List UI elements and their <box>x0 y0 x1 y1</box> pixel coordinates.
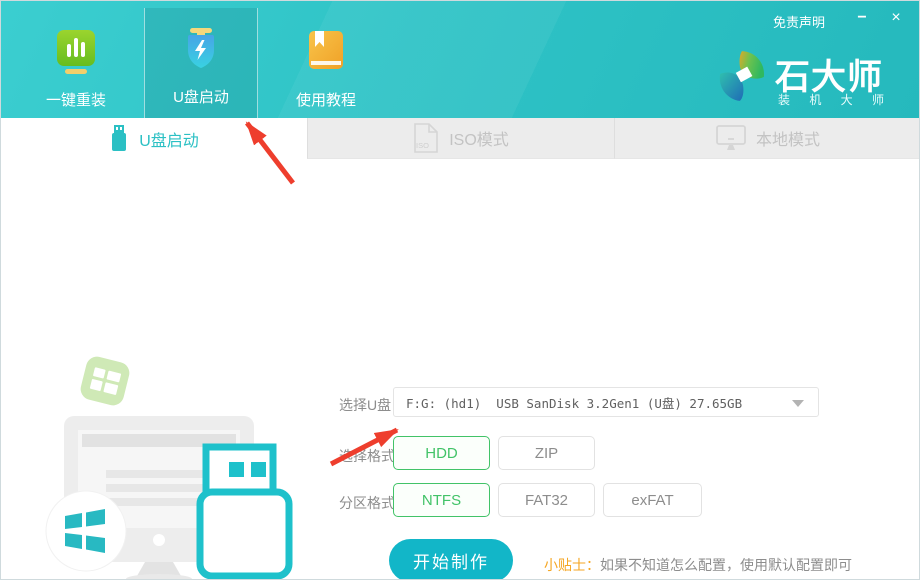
partition-option-fat32[interactable]: FAT32 <box>498 483 595 517</box>
top-tab-label: U盘启动 <box>173 86 229 107</box>
tip-body: 如果不知道怎么配置，使用默认配置即可 <box>600 557 852 573</box>
svg-text:ISO: ISO <box>416 141 429 150</box>
header-bar: 一键重装 U盘启动 使用教程 免责声明 − <box>1 1 920 118</box>
brand-logo: 石大师 装 机 大 师 <box>715 48 769 104</box>
monitor-icon <box>716 125 746 152</box>
usb-select-value: F:G: (hd1) USB SanDisk 3.2Gen1 (U盘) 27.6… <box>406 393 742 412</box>
usb-select-dropdown[interactable]: F:G: (hd1) USB SanDisk 3.2Gen1 (U盘) 27.6… <box>393 387 819 417</box>
mode-tab-label: 本地模式 <box>756 126 820 150</box>
tip-text: 小贴士：如果不知道怎么配置，使用默认配置即可 <box>544 555 852 575</box>
top-tab-label: 使用教程 <box>296 89 356 110</box>
tutorial-book-icon <box>302 28 350 76</box>
mode-tab-local[interactable]: 本地模式 <box>614 118 920 159</box>
format-option-hdd[interactable]: HDD <box>393 436 490 470</box>
brand-tagline: 装 机 大 师 <box>778 91 892 108</box>
main-content: 选择U盘： F:G: (hd1) USB SanDisk 3.2Gen1 (U盘… <box>1 159 920 580</box>
windows-circle-icon <box>46 491 126 571</box>
disclaimer-link[interactable]: 免责声明 <box>773 12 825 31</box>
app-window: 一键重装 U盘启动 使用教程 免责声明 − <box>0 0 920 580</box>
usb-monitor-illustration <box>41 344 301 580</box>
mode-tab-label: ISO模式 <box>449 126 509 150</box>
chevron-down-icon <box>792 400 804 407</box>
top-tab-label: 一键重装 <box>46 89 106 110</box>
partition-option-exfat[interactable]: exFAT <box>603 483 702 517</box>
top-tab-reinstall[interactable]: 一键重装 <box>19 1 133 118</box>
windows-tile-icon <box>78 354 131 407</box>
partition-option-ntfs[interactable]: NTFS <box>393 483 490 517</box>
format-option-zip[interactable]: ZIP <box>498 436 595 470</box>
iso-file-icon: ISO <box>413 123 439 153</box>
usb-plug-illustration <box>200 447 289 580</box>
start-make-button[interactable]: 开始制作 <box>389 539 513 580</box>
usb-boot-shield-icon <box>177 25 225 73</box>
close-icon[interactable]: × <box>883 7 909 29</box>
tip-label: 小贴士： <box>544 557 600 573</box>
usb-stick-icon <box>109 125 129 152</box>
top-tab-tutorial[interactable]: 使用教程 <box>269 1 383 118</box>
mode-tab-label: U盘启动 <box>139 127 199 151</box>
mode-tab-usb-boot[interactable]: U盘启动 <box>1 118 307 159</box>
mode-tab-iso[interactable]: ISO ISO模式 <box>307 118 614 159</box>
top-tab-usb-boot[interactable]: U盘启动 <box>144 8 258 118</box>
minimize-icon[interactable]: − <box>849 7 875 29</box>
reinstall-icon <box>52 28 100 76</box>
brand-swirl-icon <box>715 48 769 104</box>
